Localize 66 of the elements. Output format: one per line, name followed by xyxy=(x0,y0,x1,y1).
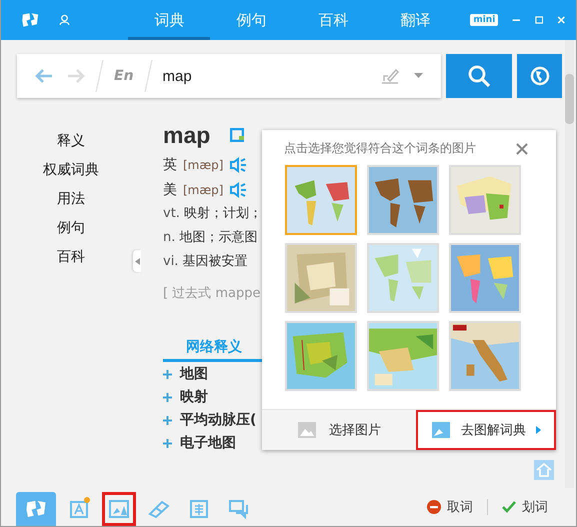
sidebar-item[interactable]: 百科 xyxy=(57,242,85,271)
expand-icon[interactable] xyxy=(163,416,172,424)
sidebar-item[interactable]: 用法 xyxy=(57,184,85,213)
scrollbar[interactable] xyxy=(565,40,574,488)
region-label: 美 xyxy=(163,180,177,198)
image-dictionary-button[interactable]: 去图解词典 xyxy=(416,410,556,450)
image-thumbnail[interactable] xyxy=(367,243,439,313)
logo-icon xyxy=(25,499,47,519)
pen-icon xyxy=(148,500,170,518)
home-icon[interactable] xyxy=(534,460,554,480)
web-meaning[interactable]: 地图 xyxy=(180,365,208,383)
definition-text: vt. 映射；计划； xyxy=(163,205,264,223)
image-thumbnail[interactable] xyxy=(367,321,439,391)
definition-text: vi. 基因被安置 xyxy=(163,253,249,271)
image-thumbnail[interactable] xyxy=(449,165,521,235)
sidebar-item[interactable]: 权威词典 xyxy=(43,155,99,184)
chat-icon xyxy=(228,499,250,519)
phonetic-text: [mæp] xyxy=(183,158,224,172)
toolbar-button[interactable] xyxy=(102,492,136,526)
collapse-handle[interactable] xyxy=(133,250,141,272)
image-thumbnail[interactable] xyxy=(285,165,357,235)
toolbar-button[interactable] xyxy=(16,492,56,526)
web-meaning[interactable]: 平均动脉压( xyxy=(180,411,256,429)
checkmark-icon xyxy=(502,501,516,513)
speaker-icon[interactable] xyxy=(229,156,248,172)
definition-text: n. 地图；示意图 xyxy=(163,229,259,247)
image-thumbnail[interactable] xyxy=(367,165,439,235)
region-label: 英 xyxy=(163,156,177,174)
web-meaning[interactable]: 电子地图 xyxy=(180,434,236,452)
handwriting-icon[interactable] xyxy=(380,67,400,85)
phonetic-text: [mæp] xyxy=(183,182,224,196)
expand-icon[interactable] xyxy=(163,370,172,378)
minus-circle-icon xyxy=(427,500,441,514)
sidebar-item[interactable]: 例句 xyxy=(57,213,85,242)
inflection-text: [ 过去式 mappe xyxy=(163,285,262,302)
caret-icon xyxy=(536,426,541,434)
expand-icon[interactable] xyxy=(163,438,172,448)
calendar-icon xyxy=(69,499,89,519)
search-button[interactable] xyxy=(446,54,512,98)
headword: map xyxy=(163,122,210,148)
globe-icon xyxy=(530,66,550,86)
image-icon xyxy=(431,421,451,439)
speaker-icon[interactable] xyxy=(229,182,248,198)
image-thumbnail[interactable] xyxy=(449,321,521,391)
back-arrow-icon[interactable] xyxy=(35,69,53,83)
choose-image-button[interactable]: 选择图片 xyxy=(262,410,416,450)
select-capture-button[interactable]: 划词 xyxy=(502,498,548,516)
image-icon xyxy=(297,421,317,439)
dropdown-caret-icon[interactable] xyxy=(414,73,423,79)
image-thumbnail[interactable] xyxy=(285,243,357,313)
globe-button[interactable] xyxy=(517,54,562,98)
image-thumbnail[interactable] xyxy=(285,321,357,391)
sidebar-item[interactable]: 释义 xyxy=(57,126,85,155)
translate-icon xyxy=(189,499,209,519)
caret-icon xyxy=(134,258,140,264)
wordbook-icon[interactable] xyxy=(230,128,244,142)
image-icon xyxy=(109,500,129,518)
expand-icon[interactable] xyxy=(163,392,172,402)
search-icon xyxy=(467,64,491,88)
image-thumbnail[interactable] xyxy=(449,243,521,313)
cancel-capture-button[interactable]: 取词 xyxy=(427,498,473,516)
web-meaning[interactable]: 映射 xyxy=(180,388,208,406)
forward-arrow-icon[interactable] xyxy=(67,69,85,83)
search-field[interactable]: map xyxy=(162,68,366,84)
popup-prompt: 点击选择您觉得符合这个词条的图片 xyxy=(284,140,476,157)
close-icon[interactable] xyxy=(516,142,528,154)
